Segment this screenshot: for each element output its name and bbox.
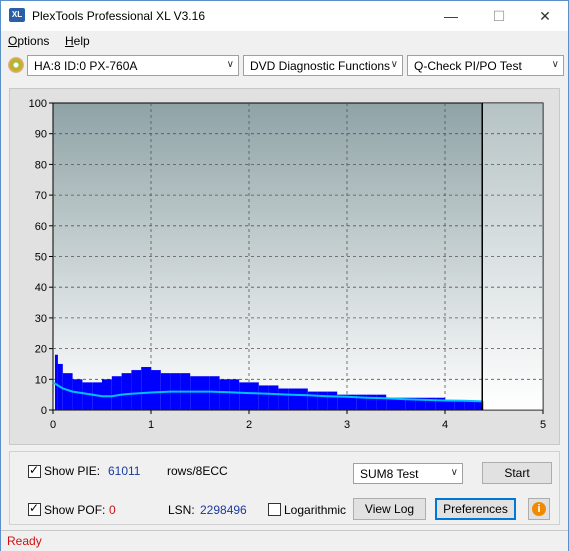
lsn-label: LSN: xyxy=(168,503,195,517)
drive-select-value: HA:8 ID:0 PX-760A xyxy=(34,59,138,73)
show-pof-label: Show POF: xyxy=(44,503,106,517)
y-tick-label: 10 xyxy=(35,374,47,386)
y-tick-label: 20 xyxy=(35,344,47,356)
pie-bar xyxy=(445,400,455,410)
chart-panel: 100 90 80 70 60 50 40 30 20 10 0 0 1 2 3 4 5 xyxy=(9,88,560,445)
minimize-button[interactable]: — xyxy=(428,1,474,31)
controls-panel: Show PIE: 61011 rows/8ECC Show POF: 0 LS… xyxy=(9,451,560,525)
menu-help[interactable]: Help xyxy=(65,34,90,48)
chevron-down-icon: ∨ xyxy=(226,59,234,70)
y-tick-label: 90 xyxy=(35,129,47,141)
maximize-button[interactable]: ☐ xyxy=(476,1,522,31)
pie-bar xyxy=(327,391,338,410)
menu-options[interactable]: Options xyxy=(8,34,49,48)
title-bar[interactable]: XL PlexTools Professional XL V3.16 — ☐ ✕ xyxy=(1,1,568,31)
y-tick-label: 40 xyxy=(35,282,47,294)
pie-bar xyxy=(209,376,220,410)
pie-bar xyxy=(249,382,259,410)
status-text: Ready xyxy=(7,534,42,548)
pie-bar xyxy=(239,382,249,410)
pof-count-value: 0 xyxy=(109,503,116,517)
menu-help-label: elp xyxy=(73,34,90,48)
window-title: PlexTools Professional XL V3.16 xyxy=(32,9,205,23)
pie-bar xyxy=(298,388,308,410)
view-log-button-label: View Log xyxy=(364,502,415,516)
pie-bar xyxy=(190,376,200,410)
pie-bar xyxy=(111,376,122,410)
view-log-button[interactable]: View Log xyxy=(353,498,426,520)
app-window: XL PlexTools Professional XL V3.16 — ☐ ✕… xyxy=(0,0,569,551)
x-tick-label: 2 xyxy=(246,419,252,431)
preferences-button-label: Preferences xyxy=(443,502,508,516)
rows-8ecc-label: rows/8ECC xyxy=(167,464,228,478)
pie-bar xyxy=(454,400,465,410)
disc-drive-icon xyxy=(8,57,24,73)
status-bar: Ready xyxy=(1,530,568,551)
function-select-value: DVD Diagnostic Functions xyxy=(250,59,391,73)
pie-bar xyxy=(307,391,318,410)
start-button[interactable]: Start xyxy=(482,462,552,484)
start-button-label: Start xyxy=(504,466,530,480)
logarithmic-label: Logarithmic xyxy=(284,503,347,517)
pie-bar xyxy=(151,370,161,410)
sum-test-select-value: SUM8 Test xyxy=(360,467,419,481)
pie-bar xyxy=(288,388,298,410)
x-tick-label: 1 xyxy=(148,419,154,431)
pie-bar xyxy=(278,388,289,410)
pie-count-value: 61011 xyxy=(108,464,141,478)
pie-bar xyxy=(376,394,387,410)
pie-bar xyxy=(141,367,151,410)
pie-bar xyxy=(131,370,142,410)
menu-bar: Options Help xyxy=(1,31,568,51)
test-select[interactable]: Q-Check PI/PO Test ∨ xyxy=(407,55,564,76)
function-select[interactable]: DVD Diagnostic Functions ∨ xyxy=(243,55,403,76)
pie-bar xyxy=(121,373,132,410)
pie-bar xyxy=(54,354,58,410)
pie-bar xyxy=(200,376,210,410)
pie-bar xyxy=(268,385,279,410)
show-pie-label: Show PIE: xyxy=(44,464,101,478)
pie-bar xyxy=(219,379,230,410)
pie-bar xyxy=(258,385,269,410)
info-icon: i xyxy=(532,502,546,516)
menu-options-label: ptions xyxy=(17,34,50,48)
chevron-down-icon: ∨ xyxy=(450,467,458,478)
sum-test-select[interactable]: SUM8 Test ∨ xyxy=(353,463,463,484)
y-tick-label: 0 xyxy=(41,405,47,417)
pie-bar xyxy=(72,379,83,410)
menu-help-mnemonic: H xyxy=(65,34,74,48)
y-tick-label: 70 xyxy=(35,190,47,202)
x-tick-label: 0 xyxy=(50,419,56,431)
pie-bar xyxy=(317,391,328,410)
drive-select[interactable]: HA:8 ID:0 PX-760A ∨ xyxy=(27,55,239,76)
y-tick-label: 30 xyxy=(35,313,47,325)
pie-bar xyxy=(464,400,475,410)
show-pie-checkbox[interactable] xyxy=(28,463,41,478)
chevron-down-icon: ∨ xyxy=(390,59,398,70)
chevron-down-icon: ∨ xyxy=(551,59,559,70)
pipo-chart: 10090807060504030201000 1 2 3 4 5 xyxy=(29,98,546,431)
close-button[interactable]: ✕ xyxy=(522,1,568,31)
y-tick-label: 50 xyxy=(35,252,47,264)
app-logo-icon: XL xyxy=(9,8,25,22)
logarithmic-checkbox[interactable] xyxy=(268,503,281,516)
test-select-value: Q-Check PI/PO Test xyxy=(414,59,522,73)
y-tick-label: 100 xyxy=(29,98,47,110)
y-tick-label: 60 xyxy=(35,221,47,233)
pie-bar xyxy=(229,379,240,410)
x-tick-label: 5 xyxy=(540,419,546,431)
pie-bar xyxy=(82,382,93,410)
x-tick-label: 3 xyxy=(344,419,350,431)
pie-bar xyxy=(102,379,112,410)
preferences-button[interactable]: Preferences xyxy=(435,498,516,520)
x-tick-label: 4 xyxy=(442,419,448,431)
y-tick-label: 80 xyxy=(35,159,47,171)
lsn-value: 2298496 xyxy=(200,503,247,517)
info-button[interactable]: i xyxy=(528,498,550,520)
show-pof-checkbox[interactable] xyxy=(28,501,41,516)
menu-options-mnemonic: O xyxy=(8,34,18,48)
